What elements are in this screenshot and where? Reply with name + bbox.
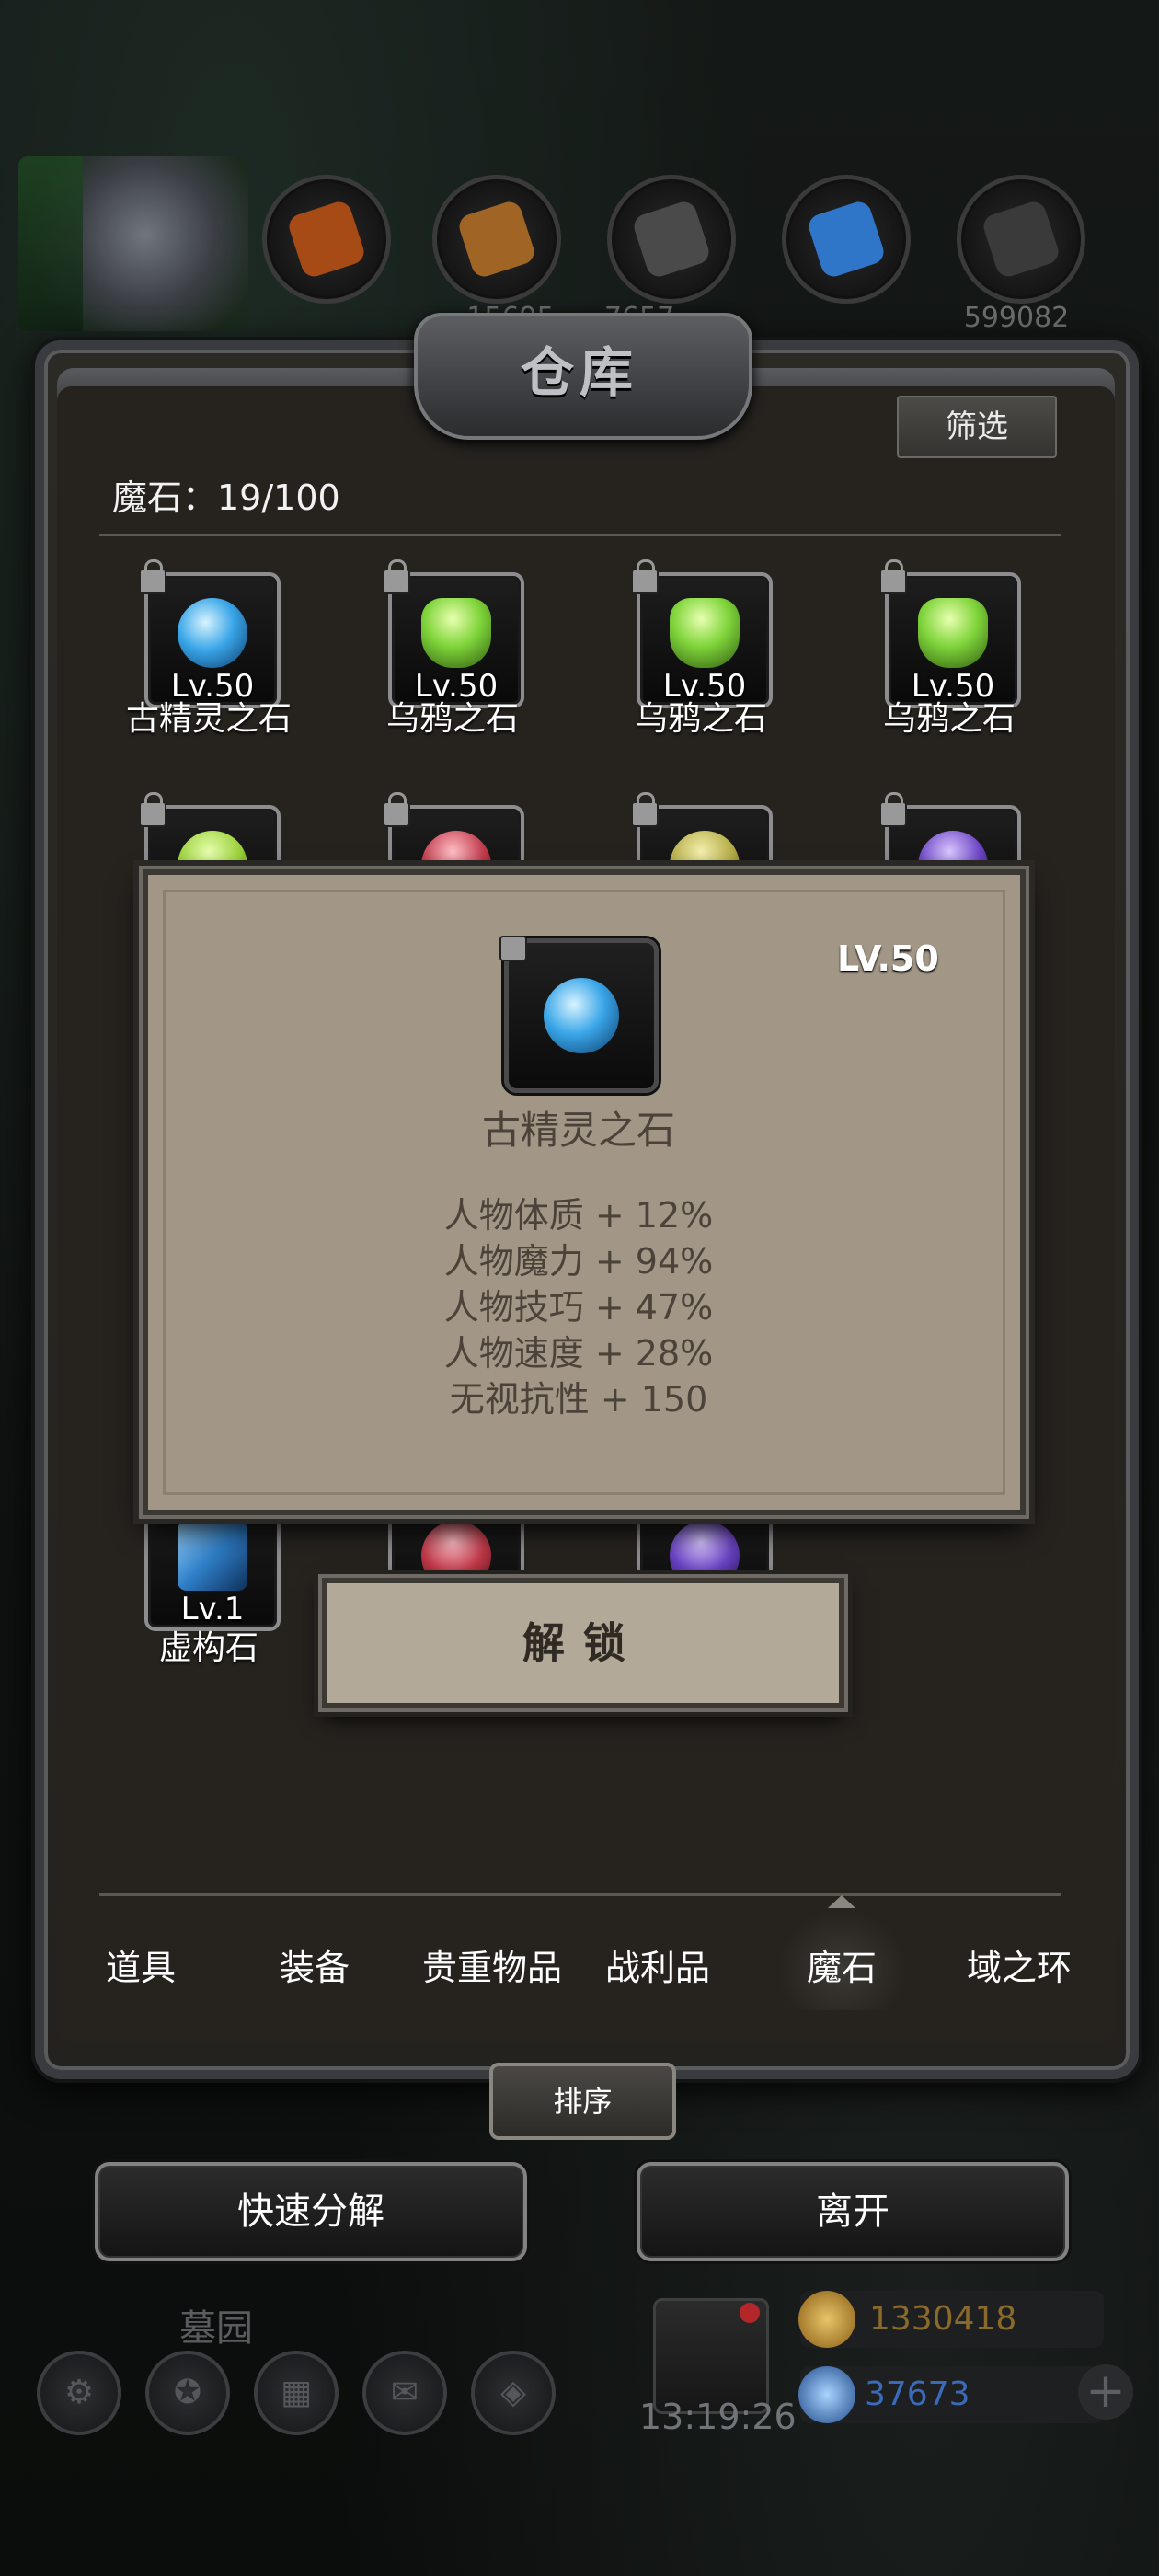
item-slot[interactable]: Lv.50 (879, 559, 1021, 708)
item-name: 虚构石 (158, 1629, 258, 1667)
gold-coin-icon (798, 2291, 855, 2348)
tooltip-stat: 人物速度 + 28% (443, 1333, 714, 1374)
stone-count: 魔石：19/100 (112, 477, 340, 518)
star-icon[interactable]: ✪ (145, 2351, 230, 2435)
sort-button[interactable]: 排序 (489, 2063, 676, 2140)
settings-icon[interactable]: ⚙ (37, 2351, 121, 2435)
resource-icon-wood[interactable] (432, 175, 561, 304)
tooltip-stat: 无视抗性 + 150 (449, 1379, 708, 1420)
fiction-stone-icon (178, 1521, 247, 1591)
leave-button[interactable]: 离开 (637, 2162, 1069, 2261)
tab-items[interactable]: 道具 (58, 1939, 224, 1990)
tooltip-stat: 人物魔力 + 94% (443, 1241, 714, 1282)
lock-icon (879, 792, 907, 827)
location-label: 墓园 (179, 2307, 253, 2350)
item-name: 乌鸦之石 (385, 700, 519, 738)
ancient-elf-stone-icon (544, 978, 619, 1053)
tooltip-stat: 人物体质 + 12% (443, 1195, 714, 1236)
menu-icon[interactable]: ▦ (254, 2351, 339, 2435)
crow-stone-icon (421, 598, 491, 668)
lock-icon (383, 792, 410, 827)
resource-icon-ore[interactable] (262, 175, 391, 304)
resource-icon-iron[interactable] (607, 175, 736, 304)
tab-magic-stones[interactable]: 魔石 (759, 1939, 924, 1990)
notification-dot (740, 2303, 760, 2323)
divider (99, 534, 1061, 536)
box-icon[interactable]: ◈ (471, 2351, 556, 2435)
ancient-elf-stone-icon (178, 598, 247, 668)
dialog-title: 仓库 (520, 341, 638, 404)
caret-up-icon (828, 1895, 855, 1908)
lock-icon (631, 559, 659, 594)
quick-decompose-button[interactable]: 快速分解 (95, 2162, 527, 2261)
filter-button[interactable]: 筛选 (897, 396, 1057, 458)
lock-icon (499, 936, 527, 961)
mail-icon[interactable]: ✉ (362, 2351, 447, 2435)
avatar[interactable] (18, 156, 248, 331)
lock-icon (383, 559, 410, 594)
gem-amount: 37673 (865, 2375, 970, 2413)
tooltip-stat: 人物技巧 + 47% (443, 1287, 714, 1328)
crow-stone-icon (670, 598, 740, 668)
crow-stone-icon (918, 598, 988, 668)
item-name: 乌鸦之石 (882, 700, 1016, 738)
item-name: 古精灵之石 (125, 700, 292, 738)
item-name: 乌鸦之石 (634, 700, 767, 738)
resource-count: 599082 (963, 302, 1070, 334)
unlock-button[interactable]: 解锁 (322, 1578, 844, 1708)
item-slot[interactable]: Lv.1 (139, 1482, 281, 1631)
tab-loot[interactable]: 战利品 (575, 1939, 740, 1990)
resource-icon-stone[interactable] (957, 175, 1085, 304)
add-icon[interactable]: + (1078, 2364, 1133, 2420)
lock-icon (879, 559, 907, 594)
lock-icon (139, 792, 166, 827)
lock-icon (139, 559, 166, 594)
item-slot[interactable]: Lv.50 (631, 559, 773, 708)
tooltip-item-name: 古精灵之石 (481, 1108, 675, 1153)
gem-icon (798, 2366, 855, 2423)
clock: 13:19:26 (639, 2397, 797, 2437)
tab-domain-rings[interactable]: 域之环 (936, 1939, 1102, 1990)
tab-valuables[interactable]: 贵重物品 (409, 1939, 575, 1990)
tab-equipment[interactable]: 装备 (232, 1939, 397, 1990)
divider (99, 1893, 1061, 1896)
tooltip-item-icon (499, 936, 659, 1093)
lock-icon (631, 792, 659, 827)
resource-icon-crystal[interactable] (782, 175, 911, 304)
item-slot[interactable]: Lv.50 (383, 559, 524, 708)
tooltip-level: LV.50 (837, 938, 939, 979)
item-slot[interactable]: Lv.50 (139, 559, 281, 708)
gold-amount: 1330418 (869, 2300, 1017, 2338)
